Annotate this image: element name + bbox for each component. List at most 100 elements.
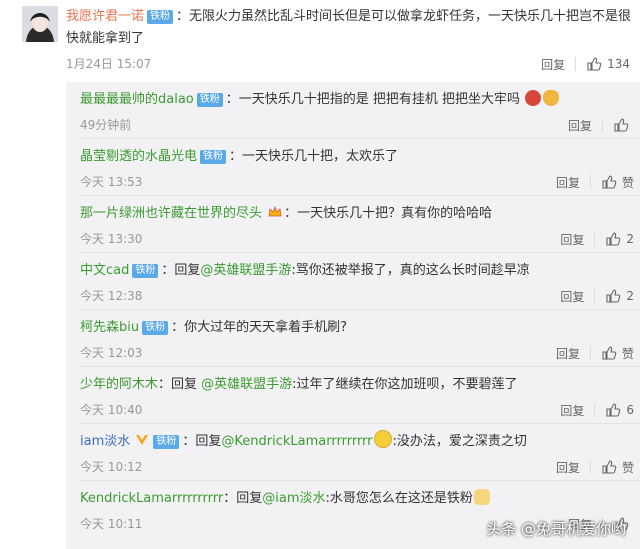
like-button[interactable]: 赞	[601, 345, 634, 362]
hands-emoji-icon	[543, 90, 560, 106]
reply-line: 柯先森biu 铁粉 ：你大过年的天天拿着手机刷?	[80, 316, 347, 335]
action-divider	[594, 232, 596, 246]
reply-text: ：一天快乐几十把指的是 把把有挂机 把把坐大牢吗	[225, 92, 521, 107]
watermark: 头条 @兔哥机爱你哟	[486, 520, 626, 538]
thumbs-up-icon	[606, 232, 621, 246]
reply-line: KendrickLamarrrrrrrrrr：回复@iam淡水:水哥您怎么在这还…	[80, 487, 491, 506]
fan-badge: 铁粉	[153, 435, 180, 449]
reply-line: 最最最最帅的dalao 铁粉 ：一天快乐几十把指的是 把把有挂机 把把坐大牢吗	[80, 88, 560, 107]
thumbs-up-icon	[602, 460, 617, 474]
main-comment: 我愿许君一诺 铁粉 ：无限火力虽然比乱斗时间长但是可以做拿龙虾任务，一天快乐几十把岂…	[0, 0, 640, 82]
reply-user-link[interactable]: 那一片绿洲也许藏在世界的尽头	[80, 206, 262, 221]
reply-text: :骂你还被举报了，真的这么长时间趁早凉	[291, 263, 530, 278]
like-count: 赞	[621, 175, 634, 190]
action-divider	[594, 403, 596, 417]
dog-emoji-icon	[473, 489, 490, 505]
thumbs-up-icon	[602, 346, 617, 360]
mention-link[interactable]: @iam淡水	[262, 491, 325, 506]
like-button[interactable]: 2	[605, 288, 634, 304]
reply-actions: 回复 赞	[556, 173, 634, 191]
reply-actions: 回复 赞	[556, 458, 634, 476]
reply-time: 今天 10:11	[80, 517, 143, 531]
reply-button[interactable]: 回复	[560, 231, 584, 248]
fan-badge: 铁粉	[132, 264, 159, 278]
like-count: 134	[607, 57, 630, 71]
reply-button[interactable]: 回复	[556, 174, 580, 191]
verified-v-icon	[136, 435, 149, 445]
thumbs-up-icon	[614, 118, 629, 132]
reply-line: 那一片绿洲也许藏在世界的尽头 ：一天快乐几十把？真有你的哈哈哈	[80, 202, 492, 221]
list-item: 中文cad 铁粉 ：回复@英雄联盟手游:骂你还被举报了，真的这么长时间趁早凉 今天 …	[66, 253, 640, 310]
reply-button[interactable]: 回复	[556, 345, 580, 362]
reply-button[interactable]: 回复	[541, 56, 565, 73]
mention-link[interactable]: @英雄联盟手游	[200, 263, 291, 278]
reply-actions: 回复 6	[560, 401, 634, 419]
reply-time: 今天 10:40	[80, 403, 143, 417]
action-divider	[589, 346, 591, 360]
list-item: iam淡水 铁粉 ：回复@KendrickLamarrrrrrrrr :没办法，爱之…	[66, 424, 640, 481]
reply-text: :过年了继续在你这加班呗，不要碧莲了	[292, 377, 518, 392]
thumbs-up-icon	[602, 175, 617, 189]
reply-user-link[interactable]: 晶莹剔透的水晶光电	[80, 149, 197, 164]
reply-time: 今天 10:12	[80, 460, 143, 474]
like-button[interactable]: 赞	[601, 174, 634, 191]
mention-link[interactable]: @英雄联盟手游	[201, 377, 292, 392]
reply-text: :水哥您怎么在这还是铁粉	[325, 491, 473, 506]
like-button[interactable]: 2	[605, 231, 634, 247]
like-button[interactable]	[613, 117, 634, 133]
list-item: 最最最最帅的dalao 铁粉 ：一天快乐几十把指的是 把把有挂机 把把坐大牢吗 49…	[66, 82, 640, 139]
like-count: 6	[626, 403, 634, 417]
like-count: 2	[626, 232, 634, 246]
like-button[interactable]: 134	[586, 56, 630, 72]
mention-link[interactable]: @KendrickLamarrrrrrrrr	[221, 434, 372, 449]
reply-time: 今天 13:30	[80, 232, 143, 246]
reply-text: ：一天快乐几十把？真有你的哈哈哈	[284, 206, 493, 221]
reply-actions: 回复 2	[560, 287, 634, 305]
reply-line: 少年的阿木木：回复 @英雄联盟手游:过年了继续在你这加班呗，不要碧莲了	[80, 373, 518, 392]
reply-user-link[interactable]: KendrickLamarrrrrrrrrr	[80, 491, 223, 506]
reply-list: 最最最最帅的dalao 铁粉 ：一天快乐几十把指的是 把把有挂机 把把坐大牢吗 49…	[66, 82, 640, 549]
smile-emoji-icon	[373, 430, 392, 448]
reply-actions: 回复 2	[560, 230, 634, 248]
action-divider	[602, 118, 603, 132]
fan-badge: 铁粉	[147, 10, 174, 24]
reply-text: ：一天快乐几十把，太欢乐了	[229, 149, 399, 164]
like-count: 2	[626, 289, 634, 303]
action-divider	[594, 289, 596, 303]
reply-actions: 回复	[568, 116, 634, 134]
reply-text: ：你大过年的天天拿着手机刷?	[171, 320, 348, 335]
angry-emoji-icon	[525, 90, 542, 106]
reply-button[interactable]: 回复	[556, 459, 580, 476]
reply-user-link[interactable]: 少年的阿木木	[80, 377, 158, 392]
crown-icon	[268, 205, 282, 217]
reply-time: 今天 13:53	[80, 175, 143, 189]
action-divider	[589, 460, 591, 474]
reply-user-link[interactable]: 中文cad	[80, 263, 129, 278]
reply-user-link[interactable]: 柯先森biu	[80, 320, 139, 335]
reply-line: iam淡水 铁粉 ：回复@KendrickLamarrrrrrrrr :没办法，爱之…	[80, 430, 527, 449]
comment-actions: 回复 134	[541, 55, 630, 73]
fan-badge: 铁粉	[196, 93, 223, 107]
reply-button[interactable]: 回复	[560, 402, 584, 419]
comment-user-link[interactable]: 我愿许君一诺	[66, 9, 144, 24]
reply-prefix: ：回复	[161, 263, 201, 278]
reply-time: 今天 12:03	[80, 346, 143, 360]
like-button[interactable]: 赞	[601, 459, 634, 476]
reply-prefix: ：回复	[182, 434, 222, 449]
avatar[interactable]	[22, 6, 58, 42]
list-item: 少年的阿木木：回复 @英雄联盟手游:过年了继续在你这加班呗，不要碧莲了 今天 1…	[66, 367, 640, 424]
reply-line: 晶莹剔透的水晶光电 铁粉 ：一天快乐几十把，太欢乐了	[80, 145, 398, 164]
action-divider	[575, 57, 577, 71]
reply-button[interactable]: 回复	[568, 117, 592, 134]
reply-user-link[interactable]: 最最最最帅的dalao	[80, 92, 194, 107]
like-button[interactable]: 6	[605, 402, 634, 418]
comment-time: 1月24日 15:07	[66, 57, 152, 71]
reply-time: 49分钟前	[80, 118, 132, 132]
main-comment-body: 我愿许君一诺 铁粉 ：无限火力虽然比乱斗时间长但是可以做拿龙虾任务，一天快乐几十把岂…	[66, 6, 636, 50]
fan-badge: 铁粉	[142, 321, 169, 335]
reply-user-link[interactable]: iam淡水	[80, 434, 130, 449]
reply-button[interactable]: 回复	[560, 288, 584, 305]
thumbs-up-icon	[587, 57, 602, 71]
fan-badge: 铁粉	[200, 150, 227, 164]
reply-text: :没办法，爱之深责之切	[392, 434, 527, 449]
